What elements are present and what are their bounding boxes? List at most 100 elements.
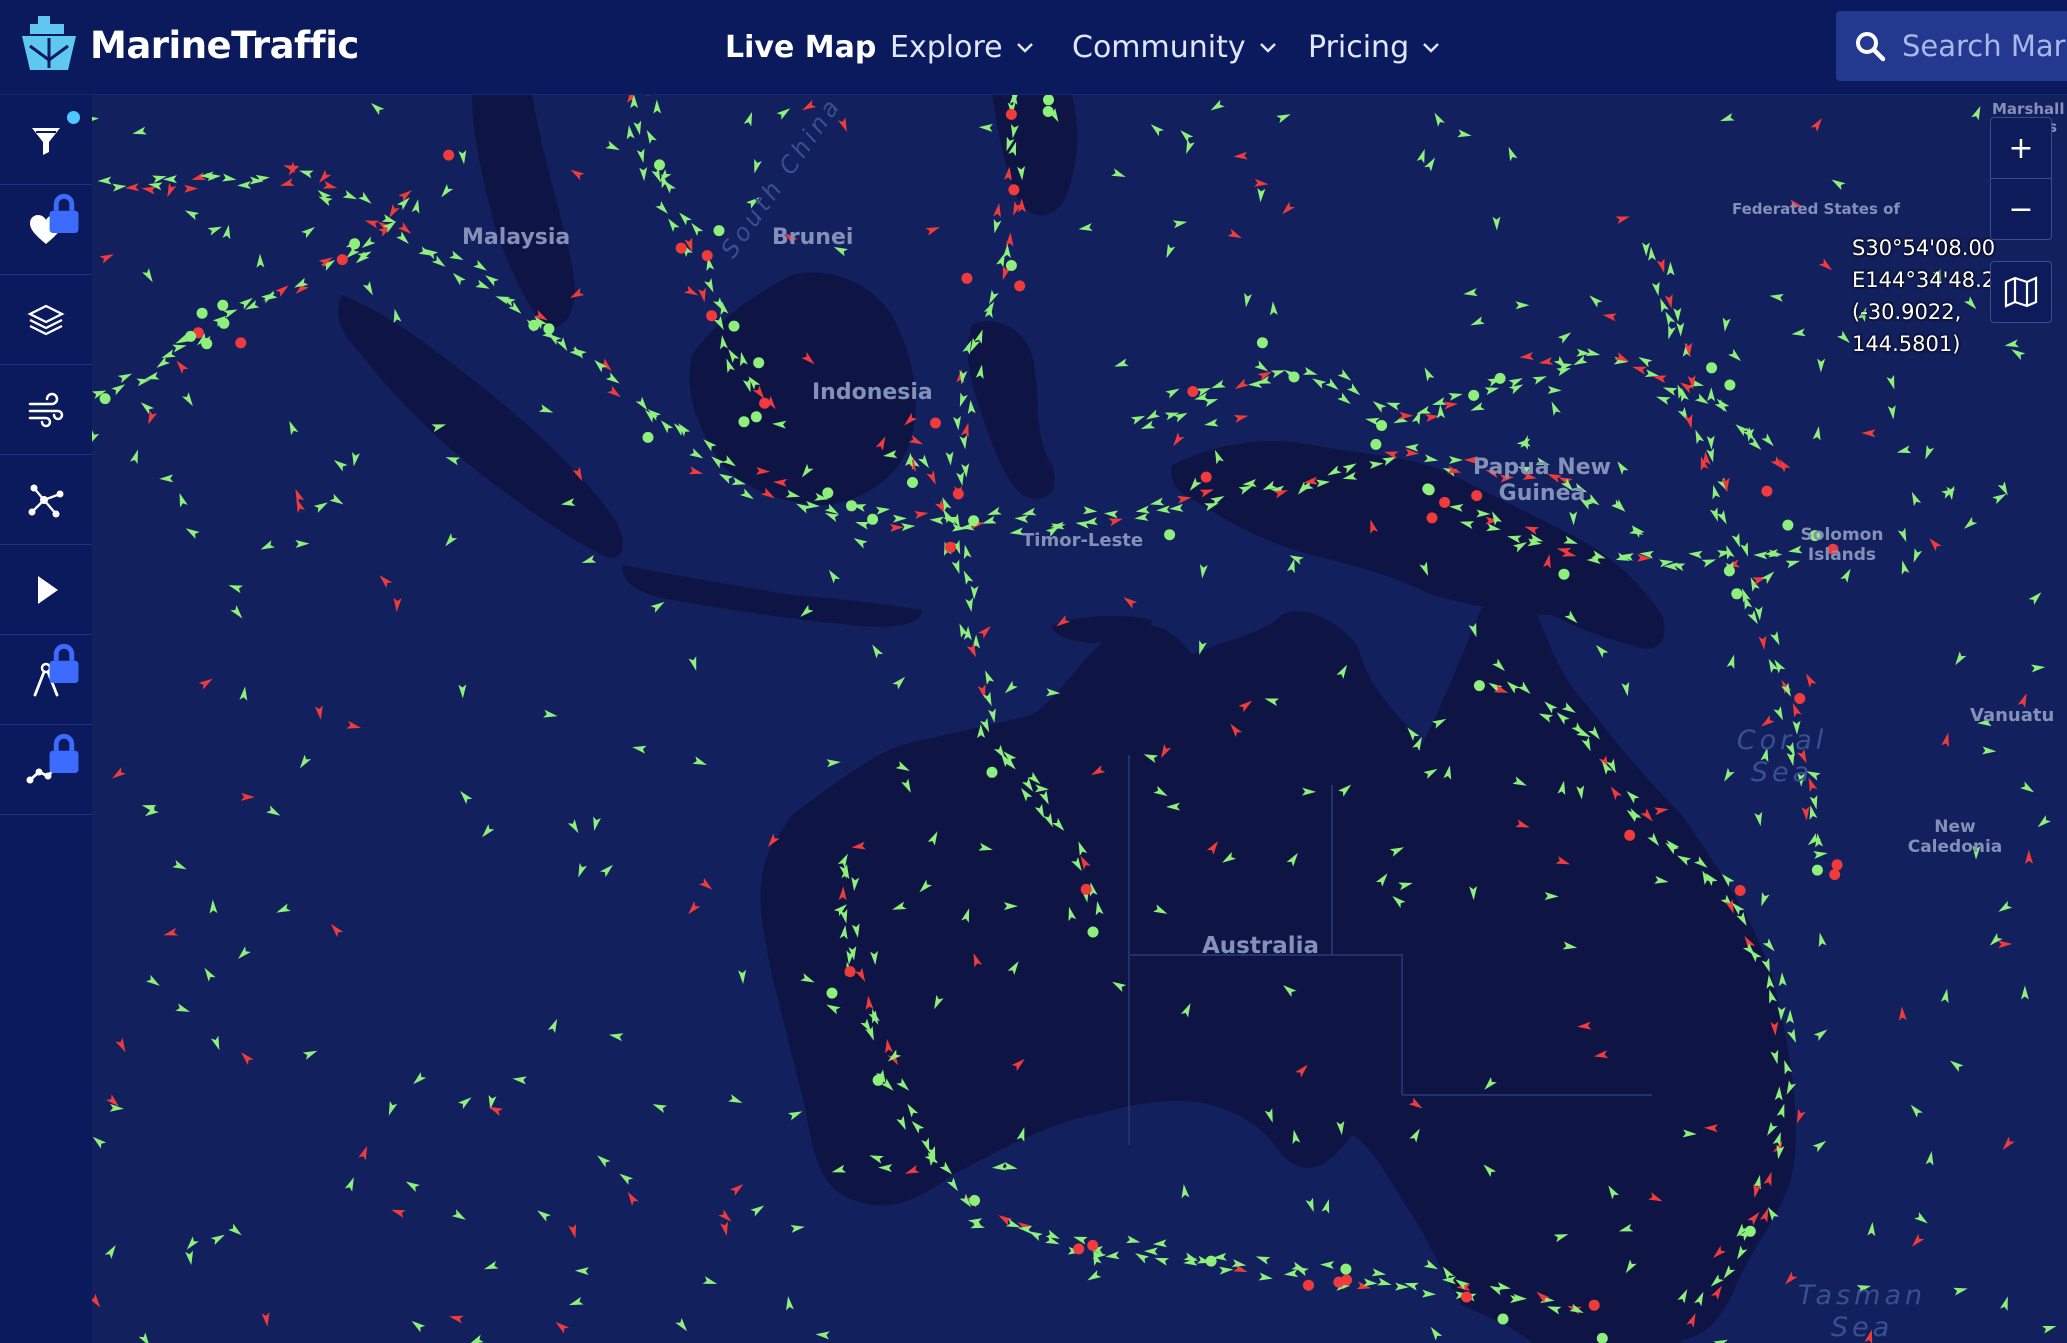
layers-button[interactable]: [0, 275, 92, 365]
anchored-vessel-marker[interactable]: [654, 159, 665, 171]
anchored-vessel-marker[interactable]: [1706, 362, 1718, 374]
anchored-vessel-marker[interactable]: [1340, 1263, 1352, 1275]
nav-explore[interactable]: Explore: [890, 0, 1035, 94]
anchored-vessel-marker[interactable]: [961, 272, 973, 284]
anchored-vessel-marker[interactable]: [1008, 184, 1020, 196]
anchored-vessel-marker[interactable]: [675, 242, 687, 254]
nav-live-map-label: Live Map: [725, 29, 877, 65]
anchored-vessel-marker[interactable]: [1005, 260, 1017, 271]
measure-button[interactable]: [0, 635, 92, 725]
anchored-vessel-marker[interactable]: [543, 323, 555, 335]
anchored-vessel-marker[interactable]: [1187, 386, 1199, 397]
marinetraffic-logo[interactable]: MarineTraffic: [16, 12, 359, 78]
anchored-vessel-marker[interactable]: [443, 149, 455, 161]
nav-live-map[interactable]: Live Map: [725, 0, 876, 94]
anchored-vessel-marker[interactable]: [986, 766, 998, 778]
anchored-vessel-marker[interactable]: [826, 987, 838, 999]
nav-pricing[interactable]: Pricing: [1308, 0, 1441, 94]
anchored-vessel-marker[interactable]: [1473, 680, 1485, 692]
live-map[interactable]: Malaysia Brunei Indonesia Papua New Guin…: [92, 95, 2067, 1343]
anchored-vessel-marker[interactable]: [1588, 1299, 1600, 1311]
anchored-vessel-marker[interactable]: [1073, 1243, 1085, 1255]
anchored-vessel-marker[interactable]: [872, 1074, 884, 1086]
anchored-vessel-marker[interactable]: [1468, 389, 1480, 401]
anchored-vessel-marker[interactable]: [706, 310, 718, 322]
anchored-vessel-marker[interactable]: [701, 250, 713, 262]
anchored-vessel-marker[interactable]: [349, 238, 361, 250]
anchored-vessel-marker[interactable]: [1734, 885, 1746, 896]
routes-button[interactable]: [0, 455, 92, 545]
anchored-vessel-marker[interactable]: [1080, 883, 1092, 895]
map-canvas[interactable]: [92, 95, 2067, 1343]
anchored-vessel-marker[interactable]: [1303, 1279, 1314, 1291]
anchored-vessel-marker[interactable]: [1744, 1225, 1756, 1237]
playback-button[interactable]: [0, 545, 92, 635]
anchored-vessel-marker[interactable]: [1494, 372, 1506, 384]
anchored-vessel-marker[interactable]: [1723, 565, 1735, 577]
label-vanuatu: Vanuatu: [1970, 705, 2055, 726]
lock-icon: [49, 733, 79, 773]
filters-button[interactable]: [0, 95, 92, 185]
anchored-vessel-marker[interactable]: [218, 317, 230, 329]
anchored-vessel-marker[interactable]: [1811, 864, 1823, 876]
anchored-vessel-marker[interactable]: [1087, 926, 1099, 938]
anchored-vessel-marker[interactable]: [201, 338, 213, 350]
anchored-vessel-marker[interactable]: [1256, 337, 1268, 349]
anchored-vessel-marker[interactable]: [1794, 693, 1806, 704]
anchored-vessel-marker[interactable]: [1829, 869, 1841, 880]
anchored-vessel-marker[interactable]: [1042, 106, 1054, 117]
anchored-vessel-marker[interactable]: [1761, 485, 1773, 497]
analytics-button[interactable]: [0, 725, 92, 815]
anchored-vessel-marker[interactable]: [844, 966, 856, 978]
anchored-vessel-marker[interactable]: [1731, 588, 1743, 600]
lock-icon: [49, 643, 79, 683]
anchored-vessel-marker[interactable]: [907, 477, 918, 488]
anchored-vessel-marker[interactable]: [759, 397, 771, 409]
anchored-vessel-marker[interactable]: [1376, 420, 1388, 431]
anchored-vessel-marker[interactable]: [1831, 859, 1843, 871]
anchored-vessel-marker[interactable]: [642, 431, 654, 443]
anchored-vessel-marker[interactable]: [1087, 1239, 1099, 1251]
anchored-vessel-marker[interactable]: [336, 254, 348, 266]
nav-community[interactable]: Community: [1072, 0, 1278, 94]
anchored-vessel-marker[interactable]: [99, 393, 111, 405]
anchored-vessel-marker[interactable]: [867, 513, 879, 525]
anchored-vessel-marker[interactable]: [1164, 529, 1176, 541]
anchored-vessel-marker[interactable]: [945, 541, 956, 553]
anchored-vessel-marker[interactable]: [952, 488, 964, 500]
anchored-vessel-marker[interactable]: [1205, 1255, 1217, 1267]
anchored-vessel-marker[interactable]: [738, 416, 750, 428]
anchored-vessel-marker[interactable]: [753, 357, 765, 369]
anchored-vessel-marker[interactable]: [1014, 280, 1026, 292]
anchored-vessel-marker[interactable]: [1341, 1274, 1353, 1286]
anchored-vessel-marker[interactable]: [1724, 379, 1736, 391]
anchored-vessel-marker[interactable]: [930, 417, 941, 429]
zoom-in-button[interactable]: +: [1991, 118, 2051, 179]
anchored-vessel-marker[interactable]: [1370, 438, 1382, 450]
weather-button[interactable]: [0, 365, 92, 455]
anchored-vessel-marker[interactable]: [1426, 512, 1438, 524]
anchored-vessel-marker[interactable]: [728, 320, 740, 332]
anchored-vessel-marker[interactable]: [1497, 1313, 1509, 1325]
my-fleets-button[interactable]: [0, 185, 92, 275]
anchored-vessel-marker[interactable]: [1461, 1291, 1472, 1303]
anchored-vessel-marker[interactable]: [1200, 471, 1212, 483]
anchored-vessel-marker[interactable]: [217, 299, 229, 311]
anchored-vessel-marker[interactable]: [968, 515, 980, 527]
anchored-vessel-marker[interactable]: [1558, 568, 1570, 580]
anchored-vessel-marker[interactable]: [1624, 829, 1636, 841]
anchored-vessel-marker[interactable]: [235, 337, 247, 349]
map-type-button[interactable]: [1990, 261, 2052, 323]
anchored-vessel-marker[interactable]: [969, 1195, 981, 1206]
anchored-vessel-marker[interactable]: [196, 307, 208, 319]
search-input[interactable]: Search Marin: [1836, 11, 2067, 81]
anchored-vessel-marker[interactable]: [846, 500, 857, 512]
anchored-vessel-marker[interactable]: [822, 487, 834, 499]
anchored-vessel-marker[interactable]: [1288, 371, 1300, 383]
play-icon: [38, 575, 58, 604]
anchored-vessel-marker[interactable]: [528, 319, 540, 331]
anchored-vessel-marker[interactable]: [185, 330, 197, 342]
anchored-vessel-marker[interactable]: [750, 411, 762, 423]
anchored-vessel-marker[interactable]: [1005, 108, 1017, 120]
zoom-out-button[interactable]: −: [1991, 179, 2051, 239]
